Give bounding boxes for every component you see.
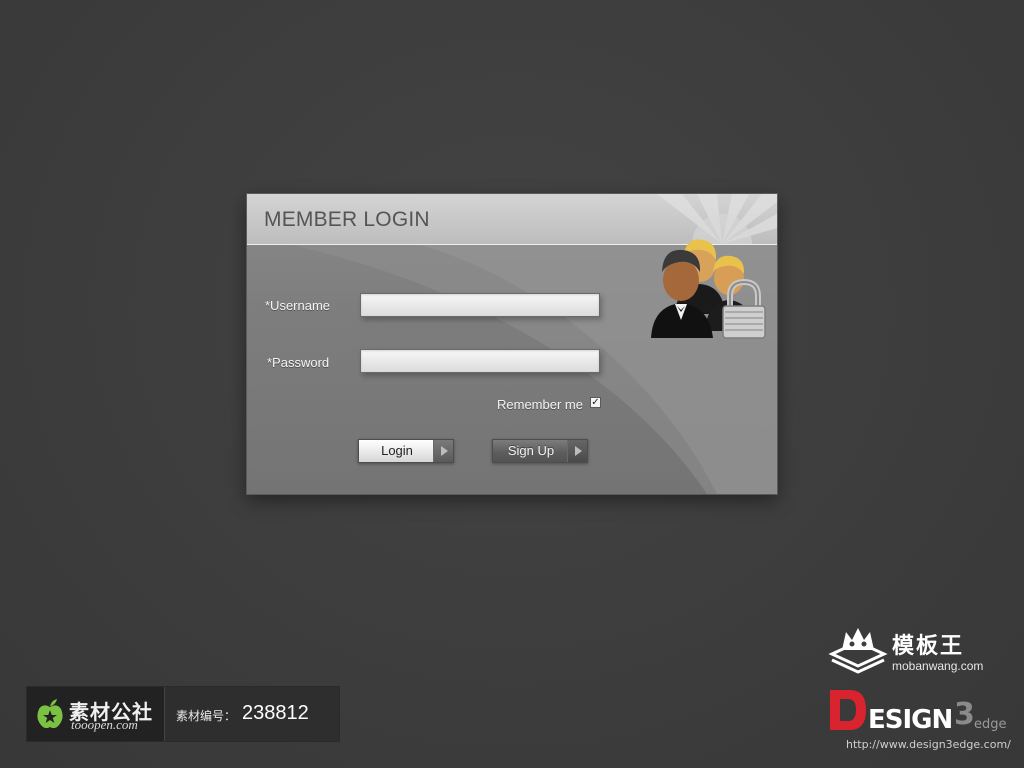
login-button-label: Login bbox=[381, 443, 413, 458]
material-number-label: 素材编号： bbox=[176, 709, 237, 723]
tooopen-logo: 素材公社 tooopen.com bbox=[27, 687, 165, 741]
signup-button[interactable]: Sign Up bbox=[492, 439, 588, 463]
login-button[interactable]: Login bbox=[358, 439, 454, 463]
mobanwang-url: mobanwang.com bbox=[892, 659, 984, 673]
password-input[interactable] bbox=[360, 349, 600, 373]
svg-text:ESIGN: ESIGN bbox=[868, 705, 952, 735]
remember-me-label: Remember me bbox=[497, 397, 583, 412]
tooopen-badge: 素材公社 tooopen.com 素材编号： 238812 bbox=[27, 687, 339, 741]
password-label: *Password bbox=[267, 355, 330, 370]
mobanwang-title: 模板王 bbox=[892, 634, 965, 659]
design3edge-url: http://www.design3edge.com/ bbox=[846, 738, 1011, 751]
svg-text:edge: edge bbox=[974, 717, 1007, 732]
login-panel: MEMBER LOGIN *Username *Password Remembe… bbox=[247, 194, 777, 494]
signup-arrow-icon bbox=[567, 440, 587, 462]
tooopen-brand-en: tooopen.com bbox=[71, 717, 138, 732]
material-number-value: 238812 bbox=[242, 702, 309, 724]
svg-text:3: 3 bbox=[954, 697, 975, 732]
username-label: *Username bbox=[265, 298, 331, 313]
page-background: MEMBER LOGIN *Username *Password Remembe… bbox=[0, 0, 1024, 768]
login-arrow-icon bbox=[433, 440, 453, 462]
remember-me-checkbox[interactable]: ✓ bbox=[590, 397, 601, 408]
users-lock-icon bbox=[651, 239, 766, 339]
apple-star-icon bbox=[37, 699, 63, 729]
signup-button-label: Sign Up bbox=[507, 443, 555, 458]
username-input[interactable] bbox=[360, 293, 600, 317]
login-title: MEMBER LOGIN bbox=[264, 208, 430, 231]
mobanwang-logo-icon bbox=[828, 628, 888, 674]
design3edge-logo: ESIGN 3 edge bbox=[830, 690, 1007, 735]
